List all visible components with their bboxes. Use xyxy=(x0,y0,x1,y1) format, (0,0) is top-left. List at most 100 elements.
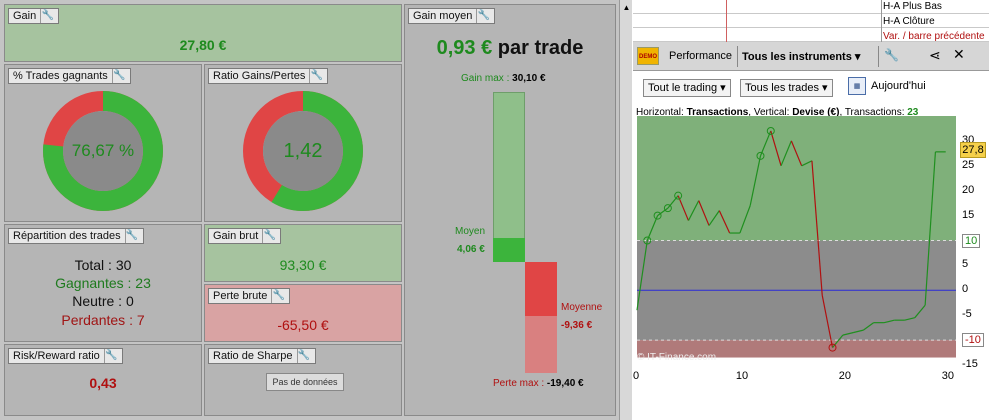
risk-reward-title: Risk/Reward ratio 🔧 xyxy=(8,348,123,364)
toolbar-separator xyxy=(737,46,738,67)
watermark: © IT-Finance.com xyxy=(637,352,717,363)
perte-max-value: -19,40 € xyxy=(546,378,584,389)
gain-value: 27,80 € xyxy=(179,37,227,53)
gain-title: Gain 🔧 xyxy=(8,8,60,24)
trades-dropdown[interactable]: Tous les trades ▾ xyxy=(740,79,833,97)
gain-title-text: Gain xyxy=(13,10,37,22)
top-right-item[interactable]: H-A Plus Bas xyxy=(883,1,942,12)
calendar-icon[interactable]: ▦ xyxy=(848,77,866,95)
top-right-divider xyxy=(726,0,727,42)
performance-chart-area: Horizontal: Transactions, Vertical: Devi… xyxy=(633,104,989,420)
trades-dropdown-label: Tous les trades xyxy=(745,82,819,94)
ratio-value: 1,42 xyxy=(283,140,323,162)
gain-max-label: Gain max : xyxy=(461,73,513,84)
perte-brute-panel: Perte brute 🔧 -65,50 € xyxy=(204,284,402,342)
ratio-title-text: Ratio Gains/Pertes xyxy=(213,70,306,82)
perte-moyenne-bar xyxy=(525,262,557,316)
perte-brute-value: -65,50 € xyxy=(277,317,329,333)
instruments-dropdown-label: Tous les instruments xyxy=(742,51,852,63)
wrench-icon[interactable]: 🔧 xyxy=(884,48,899,62)
gain-max-line: Gain max : 30,10 € xyxy=(461,73,546,84)
scroll-up-icon[interactable]: ▲ xyxy=(621,2,632,13)
wrench-icon[interactable]: 🔧 xyxy=(111,69,126,83)
x-tick-label: 20 xyxy=(838,370,852,382)
perte-brute-title: Perte brute 🔧 xyxy=(208,288,291,304)
repartition-title-text: Répartition des trades xyxy=(13,230,121,242)
trading-dropdown-label: Tout le trading xyxy=(648,82,718,94)
gain-moyen-title-text: Gain moyen xyxy=(413,10,473,22)
chevron-down-icon: ▾ xyxy=(854,51,861,63)
demo-badge: DEMO xyxy=(637,47,659,65)
y-tick-label: -10 xyxy=(962,333,984,348)
perte-max-label: Perte max : xyxy=(493,378,547,389)
risk-reward-value: 0,43 xyxy=(89,375,117,391)
win-pct-value: 76,67 % xyxy=(71,141,135,160)
gain-brut-panel: Gain brut 🔧 93,30 € xyxy=(204,224,402,282)
gain-bar xyxy=(493,92,525,240)
wrench-icon[interactable]: 🔧 xyxy=(124,229,139,243)
repartition-gagnantes: Gagnantes : 23 xyxy=(55,275,151,291)
top-right-item[interactable]: Var. / barre précédente xyxy=(883,31,985,42)
moyenne-label: Moyenne xyxy=(561,302,603,313)
toolbar-separator xyxy=(878,46,879,67)
ratio-panel: Ratio Gains/Pertes 🔧 1,42 xyxy=(204,64,402,222)
wrench-icon[interactable]: 🔧 xyxy=(40,9,54,23)
gain-brut-value: 93,30 € xyxy=(279,257,327,273)
x-tick-label: 0 xyxy=(633,370,640,382)
gain-moyen-headline: 0,93 € par trade xyxy=(405,37,615,60)
performance-toolbar: DEMO Performance Tous les instruments ▾ … xyxy=(633,42,989,71)
profit-band xyxy=(637,116,956,241)
y-tick-label: -5 xyxy=(962,308,972,321)
gain-moyen-headline-suffix: par trade xyxy=(497,37,584,59)
repartition-title: Répartition des trades 🔧 xyxy=(8,228,144,244)
sharpe-title: Ratio de Sharpe 🔧 xyxy=(208,348,316,364)
ratio-title: Ratio Gains/Pertes 🔧 xyxy=(208,68,329,84)
y-tick-label: 15 xyxy=(962,208,975,221)
trading-dropdown[interactable]: Tout le trading ▾ xyxy=(643,79,731,97)
gain-moyen-bar xyxy=(493,238,525,262)
close-icon[interactable]: ✕ xyxy=(953,46,965,63)
wrench-icon[interactable]: 🔧 xyxy=(476,9,490,23)
instruments-dropdown[interactable]: Tous les instruments ▾ xyxy=(742,50,860,63)
top-right-list: H-A Plus Bas H-A Clôture Var. / barre pr… xyxy=(633,0,989,42)
gain-moyen-panel: Gain moyen 🔧 0,93 € par trade Gain max : … xyxy=(404,4,616,416)
gain-max-value: 30,10 € xyxy=(512,73,546,84)
share-icon[interactable]: ⋖ xyxy=(929,47,941,64)
repartition-perdantes: Perdantes : 7 xyxy=(61,312,145,328)
gain-moyen-headline-value: 0,93 € xyxy=(436,37,493,59)
current-value-badge: 27,8 xyxy=(960,142,986,158)
stats-area: Gain 🔧 27,80 € % Trades gagnants 🔧 76,67 %… xyxy=(0,0,632,420)
wrench-icon[interactable]: 🔧 xyxy=(309,69,323,83)
repartition-total: Total : 30 xyxy=(74,257,132,273)
win-pct-title: % Trades gagnants 🔧 xyxy=(8,68,131,84)
top-right-item[interactable]: H-A Clôture xyxy=(883,16,935,27)
win-pct-panel: % Trades gagnants 🔧 76,67 % xyxy=(4,64,202,222)
y-tick-label: 20 xyxy=(962,183,975,196)
x-tick-label: 10 xyxy=(735,370,749,382)
perte-brute-title-text: Perte brute xyxy=(213,290,268,302)
moyen-label: Moyen xyxy=(455,226,486,237)
wrench-icon[interactable]: 🔧 xyxy=(262,229,276,243)
wrench-icon[interactable]: 🔧 xyxy=(271,289,285,303)
sharpe-panel: Ratio de Sharpe 🔧 Pas de données xyxy=(204,344,402,416)
y-tick-label: 5 xyxy=(962,258,969,271)
today-button[interactable]: Aujourd'hui xyxy=(871,80,926,92)
performance-tab[interactable]: Performance xyxy=(669,50,732,62)
moyen-value: 4,06 € xyxy=(457,244,485,255)
moyenne-value: -9,36 € xyxy=(561,320,593,331)
perte-bar xyxy=(525,316,557,373)
wrench-icon[interactable]: 🔧 xyxy=(103,349,118,363)
gain-brut-title-text: Gain brut xyxy=(213,230,259,242)
gain-moyen-title: Gain moyen 🔧 xyxy=(408,8,496,24)
y-tick-label: -15 xyxy=(962,358,978,370)
wrench-icon[interactable]: 🔧 xyxy=(296,349,311,363)
sharpe-no-data-button[interactable]: Pas de données xyxy=(266,373,344,391)
sharpe-title-text: Ratio de Sharpe xyxy=(213,350,293,362)
vertical-scrollbar[interactable]: ▲ xyxy=(619,0,632,420)
repartition-panel: Répartition des trades 🔧 Total : 30 Gagna… xyxy=(4,224,202,342)
win-pct-title-text: % Trades gagnants xyxy=(13,70,108,82)
y-tick-label: 0 xyxy=(962,283,969,296)
y-tick-label: 10 xyxy=(962,233,981,248)
gain-panel: Gain 🔧 27,80 € xyxy=(4,4,402,62)
gain-brut-title: Gain brut 🔧 xyxy=(208,228,282,244)
